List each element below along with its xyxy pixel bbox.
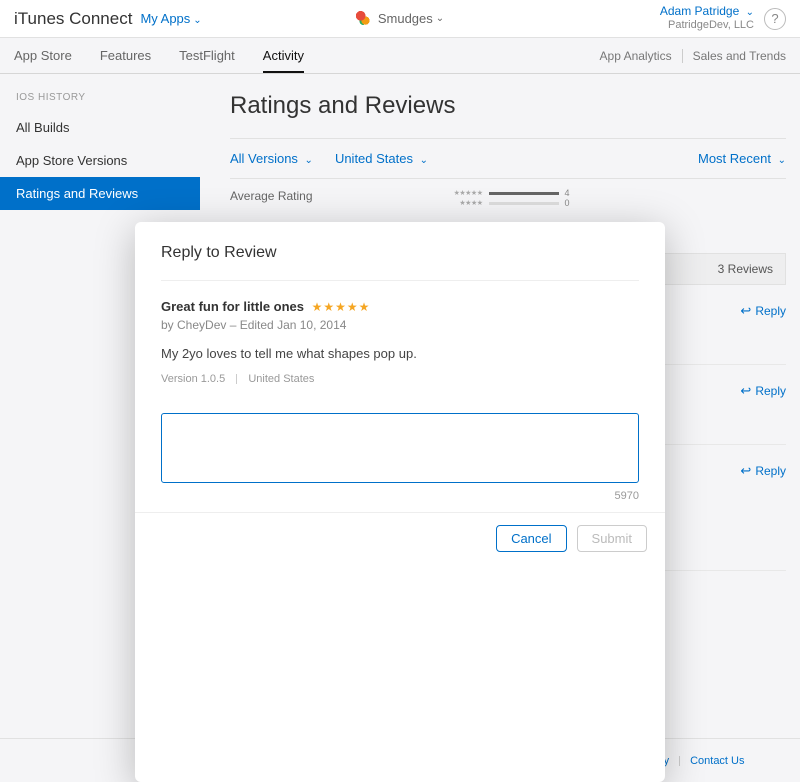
contact-link[interactable]: Contact Us (690, 755, 744, 767)
modal-title: Reply to Review (161, 244, 639, 262)
link-sales-trends[interactable]: Sales and Trends (693, 49, 786, 63)
filter-row: All Versions ⌄ United States ⌄ Most Rece… (230, 138, 786, 179)
reply-arrow-icon: ↩ (740, 463, 751, 479)
app-name-label: Smudges (378, 11, 433, 26)
star-rating-icon: ★★★★★ (312, 300, 371, 314)
reply-arrow-icon: ↩ (740, 303, 751, 319)
chevron-down-icon: ⌄ (436, 13, 444, 24)
reply-button[interactable]: ↩Reply (740, 303, 786, 319)
modal-review-country: United States (248, 373, 314, 385)
sort-dropdown[interactable]: Most Recent ⌄ (698, 151, 786, 166)
my-apps-label: My Apps (140, 11, 190, 26)
modal-review-title: Great fun for little ones (161, 299, 304, 314)
cancel-button[interactable]: Cancel (496, 525, 566, 552)
top-header: iTunes Connect My Apps⌄ Smudges ⌄ Adam P… (0, 0, 800, 38)
tab-app-store[interactable]: App Store (14, 38, 72, 73)
chevron-down-icon: ⌄ (746, 7, 754, 18)
filter-country-dropdown[interactable]: United States ⌄ (335, 151, 428, 166)
tab-bar: App Store Features TestFlight Activity A… (0, 38, 800, 74)
page-title: Ratings and Reviews (230, 92, 786, 120)
app-icon (356, 11, 372, 27)
filter-versions-dropdown[interactable]: All Versions ⌄ (230, 151, 313, 166)
rating-histogram: ★★★★★4 ★★★★0 (453, 189, 570, 209)
user-name-label: Adam Patridge (660, 4, 739, 18)
tab-testflight[interactable]: TestFlight (179, 38, 235, 73)
char-count: 5970 (161, 490, 639, 502)
reply-textarea[interactable] (161, 413, 639, 483)
submit-button[interactable]: Submit (577, 525, 647, 552)
reply-modal: Reply to Review Great fun for little one… (135, 222, 665, 782)
modal-review-body: My 2yo loves to tell me what shapes pop … (161, 346, 639, 361)
average-rating-label: Average Rating (230, 189, 313, 203)
tab-features[interactable]: Features (100, 38, 151, 73)
reply-button[interactable]: ↩Reply (740, 383, 786, 399)
app-selector-dropdown[interactable]: Smudges ⌄ (356, 11, 444, 27)
brand-title: iTunes Connect (14, 9, 132, 29)
user-org-label: PatridgeDev, LLC (660, 19, 754, 32)
link-app-analytics[interactable]: App Analytics (600, 49, 672, 63)
help-icon[interactable]: ? (764, 8, 786, 30)
chevron-down-icon: ⌄ (193, 15, 201, 26)
sidebar-group-label: IOS HISTORY (0, 92, 200, 111)
sidebar-item-ratings-reviews[interactable]: Ratings and Reviews (0, 177, 200, 210)
user-info[interactable]: Adam Patridge ⌄ PatridgeDev, LLC (660, 4, 754, 32)
reply-arrow-icon: ↩ (740, 383, 751, 399)
divider (682, 49, 683, 63)
reply-button[interactable]: ↩Reply (740, 463, 786, 479)
chevron-down-icon: ⌄ (305, 155, 313, 166)
my-apps-dropdown[interactable]: My Apps⌄ (140, 11, 201, 26)
modal-review-version: Version 1.0.5 (161, 373, 225, 385)
sidebar-item-app-store-versions[interactable]: App Store Versions (0, 144, 200, 177)
tab-activity[interactable]: Activity (263, 38, 304, 73)
chevron-down-icon: ⌄ (778, 155, 786, 166)
chevron-down-icon: ⌄ (420, 155, 428, 166)
modal-review-byline: by CheyDev – Edited Jan 10, 2014 (161, 318, 639, 332)
sidebar-item-all-builds[interactable]: All Builds (0, 111, 200, 144)
